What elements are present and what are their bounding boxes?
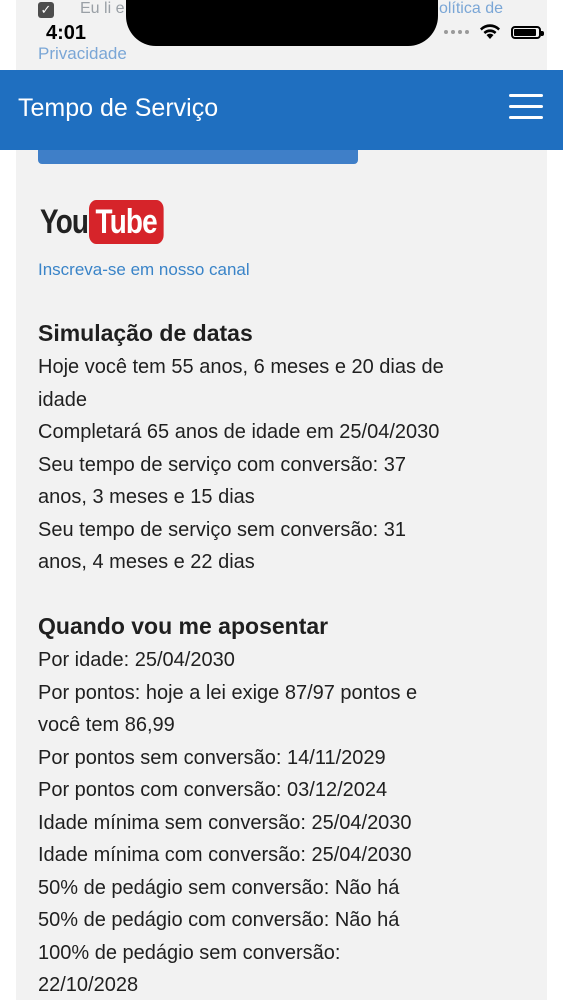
hamburger-menu-icon[interactable] xyxy=(509,94,543,124)
simulation-title: Simulação de datas xyxy=(38,320,253,346)
privacy-policy-link-partial[interactable]: olítica de xyxy=(439,0,503,18)
retirement-section: Quando vou me aposentar Por idade: 25/04… xyxy=(38,613,529,1002)
simulation-line: Completará 65 anos de idade em 25/04/203… xyxy=(38,421,440,443)
main-content: You Tube Inscreva-se em nosso canal Simu… xyxy=(16,150,547,1000)
retirement-line: 22/10/2028 xyxy=(38,974,139,996)
retirement-line: Por idade: 25/04/2030 xyxy=(38,649,235,671)
simulation-line: Seu tempo de serviço sem conversão: 31 xyxy=(38,518,406,541)
action-button-partial[interactable] xyxy=(38,150,358,164)
retirement-line: Por pontos: hoje a lei exige 87/97 ponto… xyxy=(38,681,418,704)
youtube-logo-you: You xyxy=(40,202,89,241)
retirement-line: Idade mínima com conversão: 25/04/2030 xyxy=(38,844,412,866)
wifi-icon xyxy=(480,24,500,39)
app-header: Tempo de Serviço xyxy=(0,70,563,150)
simulation-section: Simulação de datas Hoje você tem 55 anos… xyxy=(38,320,529,579)
subscribe-channel-link[interactable]: Inscreva-se em nosso canal xyxy=(38,260,250,280)
simulation-line: idade xyxy=(38,388,87,411)
retirement-line: Idade mínima sem conversão: 25/04/2030 xyxy=(38,811,412,834)
privacy-link[interactable]: Privacidade xyxy=(38,44,127,64)
terms-text-left: Eu li e xyxy=(80,0,125,17)
retirement-line: Por pontos com conversão: 03/12/2024 xyxy=(38,779,388,801)
status-icons xyxy=(444,24,544,40)
cellular-signal-icon xyxy=(444,30,469,34)
youtube-logo-tube: Tube xyxy=(88,200,164,244)
screen-left-edge xyxy=(0,0,16,1000)
page-title: Tempo de Serviço xyxy=(18,94,219,122)
youtube-logo[interactable]: You Tube xyxy=(40,200,179,244)
simulation-line: Seu tempo de serviço com conversão: 37 xyxy=(38,453,406,476)
screen-right-edge xyxy=(547,0,563,1000)
simulation-line: anos, 3 meses e 15 dias xyxy=(38,486,255,508)
retirement-line: 100% de pedágio sem conversão: xyxy=(38,941,341,964)
retirement-line: 50% de pedágio sem conversão: Não há xyxy=(38,876,400,899)
retirement-line: 50% de pedágio com conversão: Não há xyxy=(38,909,400,931)
status-time: 4:01 xyxy=(46,22,87,44)
battery-icon xyxy=(511,25,544,39)
retirement-line: você tem 86,99 xyxy=(38,714,175,736)
simulation-line: Hoje você tem 55 anos, 6 meses e 20 dias… xyxy=(38,356,444,378)
terms-checkbox[interactable]: ✓ xyxy=(38,2,54,18)
device-notch xyxy=(126,0,438,46)
simulation-line: anos, 4 meses e 22 dias xyxy=(38,551,255,573)
retirement-title: Quando vou me aposentar xyxy=(38,613,329,639)
retirement-line: Por pontos sem conversão: 14/11/2029 xyxy=(38,746,386,769)
